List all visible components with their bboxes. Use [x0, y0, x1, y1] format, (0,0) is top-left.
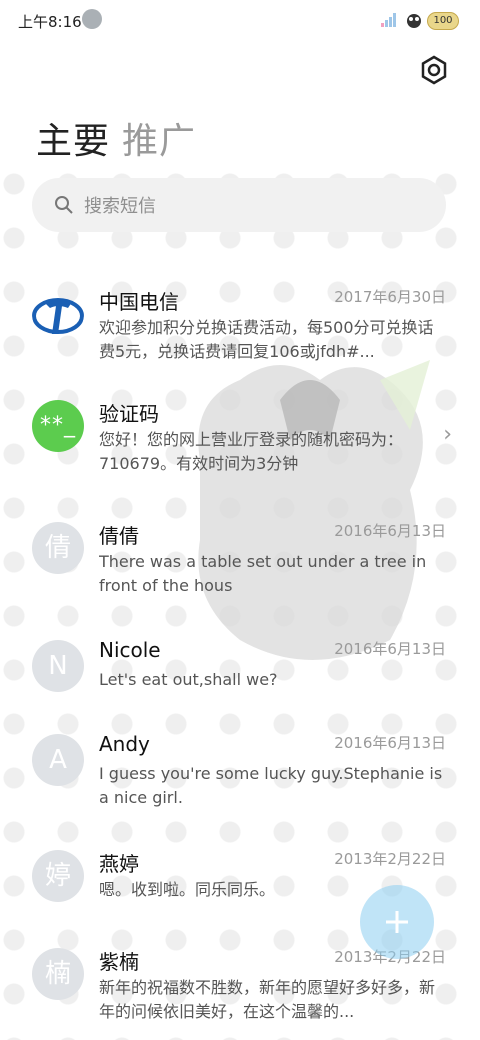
conversation-item[interactable]: **_ 验证码 您好！您的网上营业厅登录的随机密码为：710679。有效时间为3…	[0, 380, 480, 488]
search-icon	[55, 196, 73, 214]
china-telecom-logo-icon	[32, 298, 84, 334]
message-preview: 新年的祝福数不胜数，新年的愿望好多好多，新年的问候依旧美好，在这个温馨的...	[99, 978, 436, 1021]
contact-name: 紫楠	[99, 950, 139, 974]
conversation-item[interactable]: 倩 倩倩 2016年6月13日 There was a table set ou…	[0, 502, 480, 610]
search-placeholder: 搜索短信	[84, 196, 156, 217]
plus-icon	[386, 911, 408, 933]
contact-name: 中国电信	[99, 290, 179, 314]
signal-icon	[381, 13, 396, 27]
avatar: A	[32, 734, 84, 786]
tab-promotions[interactable]: 推广	[122, 112, 196, 164]
avatar: 倩	[32, 522, 84, 574]
tab-primary[interactable]: 主要	[36, 112, 110, 164]
message-preview: There was a table set out under a tree i…	[99, 552, 427, 595]
search-input[interactable]: 搜索短信	[32, 178, 446, 232]
battery-indicator: 100	[427, 12, 459, 30]
message-date: 2016年6月13日	[334, 522, 446, 540]
message-preview: I guess you're some lucky guy.Stephanie …	[99, 764, 443, 807]
message-preview: Let's eat out,shall we?	[99, 670, 278, 689]
message-preview: 您好！您的网上营业厅登录的随机密码为：710679。有效时间为3分钟	[99, 430, 404, 473]
wifi-icon	[407, 14, 421, 28]
message-date: 2013年2月22日	[334, 850, 446, 868]
contact-name: 燕婷	[99, 852, 139, 876]
status-bar: 上午8:16 100	[0, 0, 480, 42]
status-time: 上午8:16	[18, 13, 82, 31]
contact-name: 验证码	[99, 402, 159, 426]
conversation-item[interactable]: N Nicole 2016年6月13日 Let's eat out,shall …	[0, 620, 480, 728]
settings-gear-icon[interactable]	[418, 54, 450, 86]
contact-name: 倩倩	[99, 524, 139, 548]
conversation-item[interactable]: 中国电信 2017年6月30日 欢迎参加积分兑换话费活动，每500分可兑换话费5…	[0, 268, 480, 376]
message-date: 2017年6月30日	[334, 288, 446, 306]
avatar: **_	[32, 400, 84, 452]
avatar: 婷	[32, 850, 84, 902]
message-date: 2016年6月13日	[334, 734, 446, 752]
new-message-button[interactable]	[360, 885, 434, 959]
message-preview: 欢迎参加积分兑换话费活动，每500分可兑换话费5元，兑换话费请回复106或jfd…	[99, 318, 434, 361]
notification-avatar-icon	[82, 9, 102, 29]
chevron-right-icon: ›	[443, 422, 452, 447]
message-date: 2016年6月13日	[334, 640, 446, 658]
tab-bar: 主要 推广	[36, 112, 196, 164]
conversation-item[interactable]: A Andy 2016年6月13日 I guess you're some lu…	[0, 714, 480, 822]
avatar: 楠	[32, 948, 84, 1000]
avatar: N	[32, 640, 84, 692]
contact-name: Nicole	[99, 638, 161, 662]
contact-name: Andy	[99, 732, 150, 756]
